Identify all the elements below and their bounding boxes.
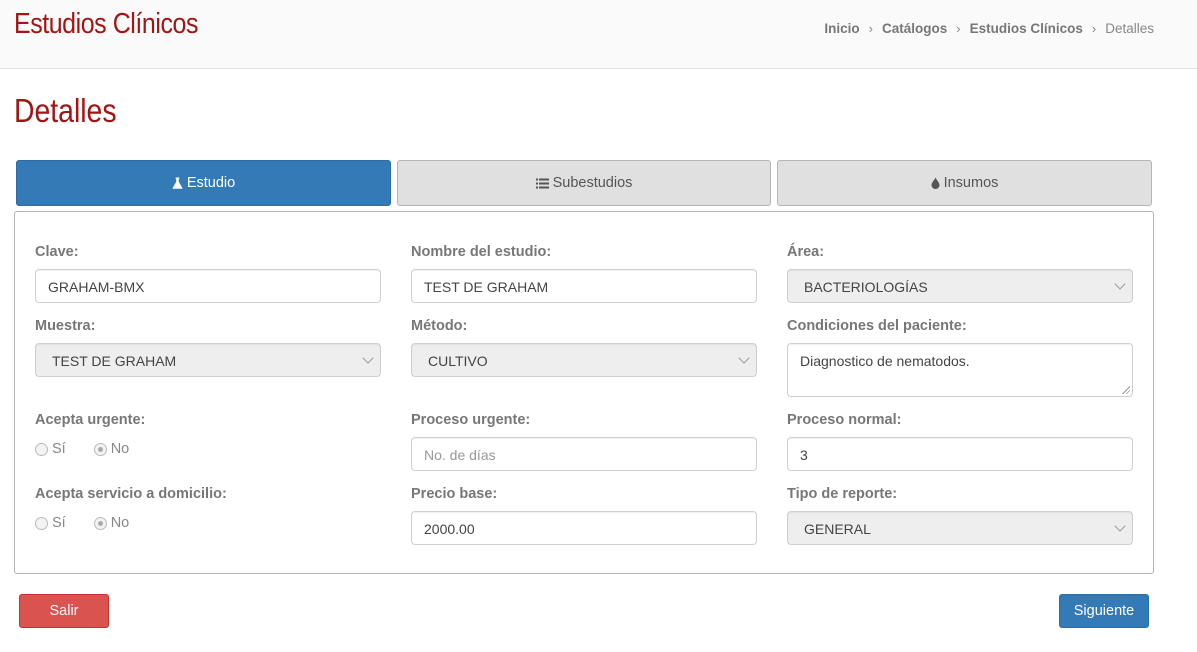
acepta-urgente-no-radio[interactable]: No [93, 441, 130, 457]
breadcrumb-detalles: Detalles [1105, 21, 1154, 36]
chevron-down-icon [738, 352, 750, 364]
breadcrumb-estudios-clinicos[interactable]: Estudios Clínicos [970, 21, 1083, 36]
salir-button[interactable]: Salir [19, 594, 109, 628]
acepta-urgente-label: Acepta urgente: [35, 412, 146, 428]
acepta-domicilio-label: Acepta servicio a domicilio: [35, 486, 227, 502]
proceso-urgente-input[interactable]: No. de días [411, 437, 757, 471]
proceso-urgente-label: Proceso urgente: [411, 412, 531, 428]
acepta-domicilio-si-radio[interactable]: Sí [35, 515, 66, 531]
clave-label: Clave: [35, 244, 79, 260]
muestra-select[interactable]: TEST DE GRAHAM [35, 343, 381, 377]
breadcrumb-catalogos[interactable]: Catálogos [882, 21, 947, 36]
precio-base-label: Precio base: [411, 486, 498, 502]
area-select[interactable]: BACTERIOLOGÍAS [787, 269, 1133, 303]
top-bar: Estudios Clínicos Inicio › Catálogos › E… [0, 0, 1197, 69]
proceso-normal-input[interactable]: 3 [787, 437, 1133, 471]
siguiente-button[interactable]: Siguiente [1059, 594, 1149, 628]
condiciones-textarea[interactable]: Diagnostico de nematodos. [787, 343, 1133, 397]
radio-unchecked-icon [35, 516, 48, 530]
metodo-select[interactable]: CULTIVO [411, 343, 757, 377]
precio-base-input[interactable]: 2000.00 [411, 511, 757, 545]
resize-handle-icon[interactable] [1122, 386, 1130, 394]
app-title: Estudios Clínicos [14, 8, 198, 40]
condiciones-label: Condiciones del paciente: [787, 318, 967, 334]
tipo-reporte-select[interactable]: GENERAL [787, 511, 1133, 545]
acepta-domicilio-no-radio[interactable]: No [93, 515, 130, 531]
acepta-urgente-radio-group: Sí No [35, 441, 157, 457]
muestra-label: Muestra: [35, 318, 96, 334]
chevron-down-icon [1114, 520, 1126, 532]
breadcrumb-inicio[interactable]: Inicio [824, 21, 859, 36]
proceso-normal-label: Proceso normal: [787, 412, 902, 428]
list-icon [535, 178, 549, 189]
breadcrumb-separator: › [1091, 21, 1097, 36]
tab-label: Estudio [186, 175, 236, 191]
tab-subestudios[interactable]: Subestudios [397, 160, 771, 206]
muestra-select-value: TEST DE GRAHAM [52, 353, 177, 369]
tab-label: Subestudios [552, 175, 633, 191]
metodo-label: Método: [411, 318, 468, 334]
radio-label: No [110, 515, 130, 531]
breadcrumb-separator: › [868, 21, 873, 36]
tab-label: Insumos [943, 175, 999, 191]
chevron-down-icon [1114, 278, 1126, 290]
breadcrumb-separator: › [956, 21, 961, 36]
acepta-domicilio-radio-group: Sí No [35, 515, 157, 531]
nombre-label: Nombre del estudio: [411, 244, 552, 260]
tipo-reporte-label: Tipo de reporte: [787, 486, 898, 502]
tab-estudio[interactable]: Estudio [16, 160, 391, 206]
area-label: Área: [787, 244, 825, 260]
radio-label: Sí [52, 515, 66, 531]
page-title: Detalles [14, 92, 117, 129]
tipo-reporte-select-value: GENERAL [804, 521, 871, 537]
drop-icon [931, 177, 940, 189]
radio-label: No [110, 441, 130, 457]
radio-unchecked-icon [35, 442, 48, 456]
nombre-input[interactable]: TEST DE GRAHAM [411, 269, 757, 303]
radio-checked-icon [93, 442, 107, 456]
radio-checked-icon [93, 516, 107, 530]
chevron-down-icon [362, 352, 374, 364]
clave-input[interactable]: GRAHAM-BMX [35, 269, 381, 303]
tab-insumos[interactable]: Insumos [777, 160, 1152, 206]
area-select-value: BACTERIOLOGÍAS [804, 279, 928, 295]
metodo-select-value: CULTIVO [428, 353, 488, 369]
breadcrumb: Inicio › Catálogos › Estudios Clínicos ›… [824, 21, 1154, 36]
radio-label: Sí [52, 441, 66, 457]
acepta-urgente-si-radio[interactable]: Sí [35, 441, 66, 457]
flask-icon [172, 177, 183, 189]
condiciones-value: Diagnostico de nematodos. [800, 353, 970, 369]
